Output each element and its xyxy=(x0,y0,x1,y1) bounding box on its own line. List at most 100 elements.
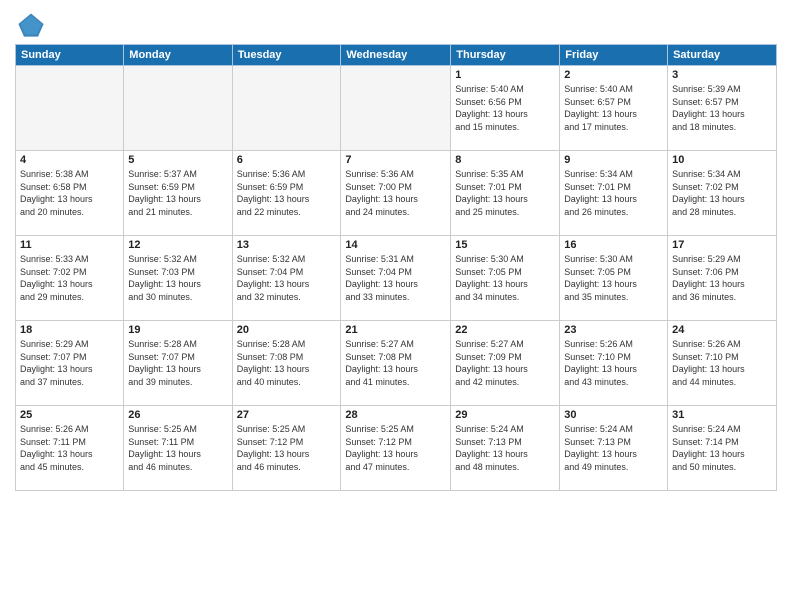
day-info: Sunrise: 5:28 AMSunset: 7:07 PMDaylight:… xyxy=(128,338,227,388)
day-number: 13 xyxy=(237,239,337,251)
calendar-cell: 6Sunrise: 5:36 AMSunset: 6:59 PMDaylight… xyxy=(232,151,341,236)
calendar-cell: 3 Sunrise: 5:39 AMSunset: 6:57 PMDaylight… xyxy=(668,66,777,151)
day-number: 9 xyxy=(564,154,663,166)
day-number: 27 xyxy=(237,409,337,421)
day-info: Sunrise: 5:28 AMSunset: 7:08 PMDaylight:… xyxy=(237,338,337,388)
calendar-cell: 22 Sunrise: 5:27 AMSunset: 7:09 PMDayligh… xyxy=(451,321,560,406)
day-info: Sunrise: 5:30 AMSunset: 7:05 PMDaylight:… xyxy=(564,253,663,303)
day-number: 15 xyxy=(455,239,555,251)
day-number: 10 xyxy=(672,154,772,166)
day-info: Sunrise: 5:40 AMSunset: 6:56 PMDaylight:… xyxy=(455,83,555,133)
day-number: 21 xyxy=(345,324,446,336)
day-info: Sunrise: 5:32 AMSunset: 7:04 PMDaylight:… xyxy=(237,253,337,303)
day-number: 31 xyxy=(672,409,772,421)
calendar-cell: 26 Sunrise: 5:25 AMSunset: 7:11 PMDayligh… xyxy=(124,406,232,491)
day-info: Sunrise: 5:24 AMSunset: 7:14 PMDaylight:… xyxy=(672,423,772,473)
day-number: 30 xyxy=(564,409,663,421)
calendar-cell: 16 Sunrise: 5:30 AMSunset: 7:05 PMDayligh… xyxy=(560,236,668,321)
calendar-cell: 15 Sunrise: 5:30 AMSunset: 7:05 PMDayligh… xyxy=(451,236,560,321)
day-info: Sunrise: 5:38 AMSunset: 6:58 PMDaylight:… xyxy=(20,168,119,218)
calendar-cell: 13 Sunrise: 5:32 AMSunset: 7:04 PMDayligh… xyxy=(232,236,341,321)
calendar-cell xyxy=(341,66,451,151)
logo-icon xyxy=(17,10,45,38)
weekday-header-saturday: Saturday xyxy=(668,45,777,66)
calendar-cell: 10 Sunrise: 5:34 AMSunset: 7:02 PMDayligh… xyxy=(668,151,777,236)
header xyxy=(15,10,777,38)
weekday-header-row: SundayMondayTuesdayWednesdayThursdayFrid… xyxy=(16,45,777,66)
calendar-cell xyxy=(232,66,341,151)
day-number: 5 xyxy=(128,154,227,166)
day-number: 23 xyxy=(564,324,663,336)
calendar-cell: 8Sunrise: 5:35 AMSunset: 7:01 PMDaylight… xyxy=(451,151,560,236)
day-number: 7 xyxy=(345,154,446,166)
day-info: Sunrise: 5:26 AMSunset: 7:10 PMDaylight:… xyxy=(672,338,772,388)
calendar-cell: 17 Sunrise: 5:29 AMSunset: 7:06 PMDayligh… xyxy=(668,236,777,321)
day-info: Sunrise: 5:31 AMSunset: 7:04 PMDaylight:… xyxy=(345,253,446,303)
calendar-cell: 18Sunrise: 5:29 AMSunset: 7:07 PMDayligh… xyxy=(16,321,124,406)
day-info: Sunrise: 5:29 AMSunset: 7:06 PMDaylight:… xyxy=(672,253,772,303)
day-number: 8 xyxy=(455,154,555,166)
day-number: 20 xyxy=(237,324,337,336)
day-info: Sunrise: 5:24 AMSunset: 7:13 PMDaylight:… xyxy=(455,423,555,473)
calendar-week-3: 11 Sunrise: 5:33 AMSunset: 7:02 PMDayligh… xyxy=(16,236,777,321)
calendar-cell: 25Sunrise: 5:26 AMSunset: 7:11 PMDayligh… xyxy=(16,406,124,491)
day-info: Sunrise: 5:25 AMSunset: 7:12 PMDaylight:… xyxy=(345,423,446,473)
day-number: 12 xyxy=(128,239,227,251)
calendar-cell: 19 Sunrise: 5:28 AMSunset: 7:07 PMDayligh… xyxy=(124,321,232,406)
calendar-week-4: 18Sunrise: 5:29 AMSunset: 7:07 PMDayligh… xyxy=(16,321,777,406)
day-info: Sunrise: 5:32 AMSunset: 7:03 PMDaylight:… xyxy=(128,253,227,303)
day-info: Sunrise: 5:34 AMSunset: 7:02 PMDaylight:… xyxy=(672,168,772,218)
day-info: Sunrise: 5:27 AMSunset: 7:09 PMDaylight:… xyxy=(455,338,555,388)
weekday-header-friday: Friday xyxy=(560,45,668,66)
day-number: 19 xyxy=(128,324,227,336)
calendar-cell: 2Sunrise: 5:40 AMSunset: 6:57 PMDaylight… xyxy=(560,66,668,151)
weekday-header-thursday: Thursday xyxy=(451,45,560,66)
day-number: 1 xyxy=(455,69,555,81)
calendar-cell: 28Sunrise: 5:25 AMSunset: 7:12 PMDayligh… xyxy=(341,406,451,491)
calendar-cell xyxy=(16,66,124,151)
calendar-cell: 23 Sunrise: 5:26 AMSunset: 7:10 PMDayligh… xyxy=(560,321,668,406)
calendar-cell xyxy=(124,66,232,151)
calendar-cell: 5Sunrise: 5:37 AMSunset: 6:59 PMDaylight… xyxy=(124,151,232,236)
calendar-cell: 24 Sunrise: 5:26 AMSunset: 7:10 PMDayligh… xyxy=(668,321,777,406)
calendar-cell: 27 Sunrise: 5:25 AMSunset: 7:12 PMDayligh… xyxy=(232,406,341,491)
day-info: Sunrise: 5:33 AMSunset: 7:02 PMDaylight:… xyxy=(20,253,119,303)
calendar-cell: 29 Sunrise: 5:24 AMSunset: 7:13 PMDayligh… xyxy=(451,406,560,491)
day-number: 24 xyxy=(672,324,772,336)
page: SundayMondayTuesdayWednesdayThursdayFrid… xyxy=(0,0,792,612)
day-info: Sunrise: 5:30 AMSunset: 7:05 PMDaylight:… xyxy=(455,253,555,303)
calendar-week-1: 1 Sunrise: 5:40 AMSunset: 6:56 PMDaylight… xyxy=(16,66,777,151)
calendar-cell: 4 Sunrise: 5:38 AMSunset: 6:58 PMDaylight… xyxy=(16,151,124,236)
weekday-header-monday: Monday xyxy=(124,45,232,66)
day-info: Sunrise: 5:27 AMSunset: 7:08 PMDaylight:… xyxy=(345,338,446,388)
calendar-cell: 11 Sunrise: 5:33 AMSunset: 7:02 PMDayligh… xyxy=(16,236,124,321)
day-info: Sunrise: 5:24 AMSunset: 7:13 PMDaylight:… xyxy=(564,423,663,473)
day-number: 11 xyxy=(20,239,119,251)
day-number: 17 xyxy=(672,239,772,251)
day-info: Sunrise: 5:26 AMSunset: 7:10 PMDaylight:… xyxy=(564,338,663,388)
day-number: 3 xyxy=(672,69,772,81)
day-info: Sunrise: 5:25 AMSunset: 7:12 PMDaylight:… xyxy=(237,423,337,473)
calendar-cell: 12 Sunrise: 5:32 AMSunset: 7:03 PMDayligh… xyxy=(124,236,232,321)
weekday-header-tuesday: Tuesday xyxy=(232,45,341,66)
day-info: Sunrise: 5:36 AMSunset: 7:00 PMDaylight:… xyxy=(345,168,446,218)
day-info: Sunrise: 5:40 AMSunset: 6:57 PMDaylight:… xyxy=(564,83,663,133)
calendar-week-5: 25Sunrise: 5:26 AMSunset: 7:11 PMDayligh… xyxy=(16,406,777,491)
day-number: 26 xyxy=(128,409,227,421)
day-info: Sunrise: 5:25 AMSunset: 7:11 PMDaylight:… xyxy=(128,423,227,473)
weekday-header-wednesday: Wednesday xyxy=(341,45,451,66)
calendar-table: SundayMondayTuesdayWednesdayThursdayFrid… xyxy=(15,44,777,491)
calendar-cell: 1 Sunrise: 5:40 AMSunset: 6:56 PMDaylight… xyxy=(451,66,560,151)
calendar-cell: 20 Sunrise: 5:28 AMSunset: 7:08 PMDayligh… xyxy=(232,321,341,406)
day-number: 16 xyxy=(564,239,663,251)
calendar-cell: 21 Sunrise: 5:27 AMSunset: 7:08 PMDayligh… xyxy=(341,321,451,406)
day-info: Sunrise: 5:29 AMSunset: 7:07 PMDaylight:… xyxy=(20,338,119,388)
calendar-cell: 31 Sunrise: 5:24 AMSunset: 7:14 PMDayligh… xyxy=(668,406,777,491)
day-number: 22 xyxy=(455,324,555,336)
calendar-week-2: 4 Sunrise: 5:38 AMSunset: 6:58 PMDaylight… xyxy=(16,151,777,236)
day-info: Sunrise: 5:36 AMSunset: 6:59 PMDaylight:… xyxy=(237,168,337,218)
day-number: 4 xyxy=(20,154,119,166)
day-number: 14 xyxy=(345,239,446,251)
day-number: 29 xyxy=(455,409,555,421)
day-info: Sunrise: 5:39 AMSunset: 6:57 PMDaylight:… xyxy=(672,83,772,133)
